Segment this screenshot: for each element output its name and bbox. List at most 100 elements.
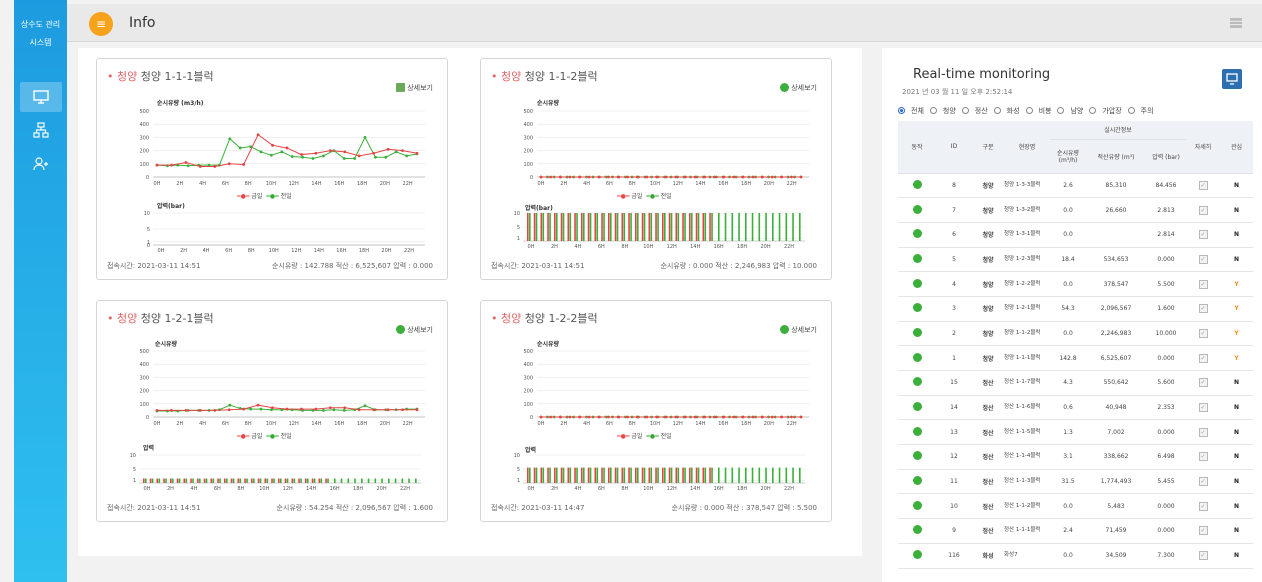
table-row[interactable]: 11 정산 정산 1-1-3블럭 31.5 1,774,493 5.455 ✓ N: [898, 469, 1253, 495]
table-row[interactable]: 2 청양 청양 1-1-2블럭 0.0 2,246,983 10.000 ✓ Y: [898, 321, 1253, 347]
table-row[interactable]: 12 정산 정산 1-1-4블럭 3.1 338,662 6.498 ✓ N: [898, 444, 1253, 470]
detail-checkbox[interactable]: ✓: [1198, 279, 1208, 289]
pressure-bar: [594, 213, 597, 241]
pressure-bar: [529, 213, 531, 241]
table-row[interactable]: 15 정산 정산 1-1-7블럭 4.3 550,642 5.600 ✓ N: [898, 370, 1253, 396]
pressure-bar: [614, 467, 617, 483]
filter-1[interactable]: 청양: [929, 107, 956, 115]
pressure-bar: [556, 467, 558, 483]
table-row[interactable]: 3 청양 청양 1-2-1블럭 54.3 2,096,567 1.600 ✓ Y: [898, 296, 1253, 322]
pressure-bar: [562, 467, 565, 483]
data-point: [712, 415, 716, 419]
detail-checkbox[interactable]: ✓: [1198, 501, 1208, 511]
site-cell: 청양 1-3-1블럭: [1004, 222, 1050, 248]
pressure-bar: [547, 467, 549, 483]
data-point: [712, 175, 716, 179]
filter-label: 가압장: [1102, 107, 1122, 115]
table-row[interactable]: 116 화성 화성7 0.0 34,509 7.300 ✓ N: [898, 543, 1253, 569]
filter-2[interactable]: 정산: [961, 107, 988, 115]
pressure-cell: 2.814: [1146, 222, 1186, 248]
detail-checkbox[interactable]: ✓: [1198, 230, 1208, 240]
grid-icon[interactable]: [1230, 18, 1242, 28]
table-row[interactable]: 6 청양 청양 1-3-1블럭 0.0 2.814 ✓ N: [898, 222, 1253, 248]
type-cell: 청양: [972, 296, 1004, 322]
site-cell: 정산 1-1-1블럭: [1004, 518, 1050, 544]
pressure-bar: [381, 478, 383, 483]
x-tick-label: 8H: [248, 248, 255, 254]
table-row[interactable]: 9 정산 정산 1-1-1블럭 2.4 71,459 0.000 ✓ N: [898, 518, 1253, 544]
pressure-bar: [745, 467, 747, 483]
filter-4[interactable]: 비봉: [1025, 107, 1051, 115]
chart-legend: ━●━ 금일 ━●━ 전일: [617, 433, 672, 440]
x-tick-label: 2H: [176, 421, 183, 427]
table-row[interactable]: 1 청양 청양 1-1-1블럭 142.8 6,525,607 0.000 ✓ Y: [898, 345, 1253, 371]
table-row[interactable]: 4 청양 청양 1-2-2블럭 0.0 378,547 5.500 ✓ Y: [898, 271, 1253, 297]
detail-checkbox[interactable]: ✓: [1198, 551, 1208, 561]
detail-checkbox[interactable]: ✓: [1198, 452, 1208, 462]
table-row[interactable]: 13 정산 정산 1-1-5블럭 1.3 7,002 0.000 ✓ N: [898, 419, 1253, 446]
x-tick-label: 10H: [650, 421, 660, 427]
pressure-bar: [298, 478, 300, 483]
flow-label: 순시유량 (m3/h): [157, 100, 204, 107]
x-tick-label: 12H: [289, 181, 299, 187]
monitor-time: 2021 년 03 월 11 일 오후 2:52:14: [902, 88, 1013, 96]
data-point: [405, 154, 408, 158]
pressure-bar: [273, 478, 275, 483]
table-row[interactable]: 5 청양 청양 1-2-3블럭 18.4 534,653 0.000 ✓ N: [898, 247, 1253, 273]
nav-sitemap[interactable]: [14, 122, 67, 138]
id-cell: 13: [936, 419, 972, 446]
detail-checkbox[interactable]: ✓: [1198, 403, 1208, 413]
detail-checkbox[interactable]: ✓: [1198, 254, 1208, 264]
detail-checkbox[interactable]: ✓: [1198, 180, 1208, 190]
detail-checkbox[interactable]: ✓: [1198, 353, 1208, 363]
block-card-3: • 청양 청양 1-2-1블럭 상세보기 순시유량 0 100 200 300 400 5…: [96, 300, 448, 522]
radio-icon: [1127, 107, 1135, 114]
pressure-bar: [657, 213, 659, 241]
detail-checkbox[interactable]: ✓: [1198, 205, 1208, 215]
filter-5[interactable]: 남양: [1057, 107, 1083, 115]
detail-button[interactable]: 상세보기: [780, 83, 817, 93]
fav-cell: N: [1220, 395, 1253, 421]
pressure-cell: 0.000: [1146, 518, 1186, 544]
pressure-bar: [689, 213, 691, 241]
filter-6[interactable]: 가압장: [1089, 107, 1122, 115]
x-tick-label: 12H: [673, 181, 683, 187]
nav-monitor[interactable]: [19, 82, 62, 112]
pressure-bar: [641, 213, 644, 241]
monitor-icon: [1226, 73, 1238, 85]
monitor-view-button[interactable]: [1222, 69, 1242, 89]
table-row[interactable]: 8 청양 청양 1-3-3블럭 2.6 85,310 84.456 ✓ N: [898, 173, 1253, 199]
detail-checkbox[interactable]: ✓: [1198, 304, 1208, 314]
pressure-bar: [230, 478, 233, 483]
pressure-bar: [567, 213, 570, 241]
filter-label: 전체: [911, 107, 924, 115]
detail-checkbox[interactable]: ✓: [1198, 526, 1208, 536]
detail-checkbox[interactable]: ✓: [1198, 427, 1208, 437]
pressure-chart: 1 5 10 0H 2H 4H 6H 8H 10H 12H 14H 16H 18H 20H 22H: [514, 453, 805, 492]
detail-button[interactable]: 상세보기: [780, 325, 817, 335]
nav-user-add[interactable]: [14, 156, 67, 172]
site-cell: 청양 1-3-2블럭: [1004, 197, 1050, 223]
pressure-bar: [560, 213, 563, 241]
data-point: [198, 165, 202, 168]
detail-checkbox[interactable]: ✓: [1198, 378, 1208, 388]
y-tick-label: 1: [147, 240, 150, 246]
y-tick-label: 200: [523, 389, 533, 395]
detail-button[interactable]: 상세보기: [396, 83, 433, 93]
filter-3[interactable]: 화성: [993, 107, 1020, 115]
detail-button[interactable]: 상세보기: [396, 325, 433, 335]
x-tick-label: 16H: [714, 244, 724, 250]
filter-7[interactable]: 주의: [1127, 107, 1154, 115]
menu-button[interactable]: ≡: [89, 12, 113, 36]
pressure-bar: [226, 478, 228, 483]
filter-0[interactable]: 전체: [898, 107, 924, 115]
table-row[interactable]: 7 청양 청양 1-3-2블럭 0.0 26,660 2.813 ✓ N: [898, 197, 1253, 223]
table-row[interactable]: 10 정산 정산 1-1-2블럭 0.0 5,483 0.000 ✓ N: [898, 493, 1253, 520]
pressure-bar: [361, 478, 363, 483]
total-cell: 6,525,607: [1086, 345, 1146, 371]
pressure-bar: [601, 213, 603, 241]
data-point: [741, 175, 745, 179]
table-row[interactable]: 14 정산 정산 1-1-6블럭 0.6 40,948 2.353 ✓ N: [898, 395, 1253, 421]
detail-checkbox[interactable]: ✓: [1198, 328, 1208, 338]
detail-checkbox[interactable]: ✓: [1198, 477, 1208, 487]
